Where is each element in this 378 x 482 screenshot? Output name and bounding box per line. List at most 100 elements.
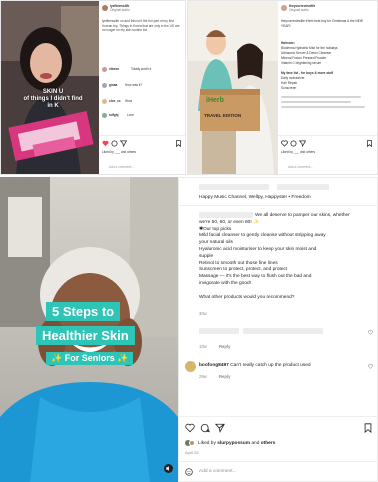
comment-text: Totally worth it bbox=[131, 67, 152, 71]
comments-panel-bottom-right: Happy Music Channel, Wellpy, Happyster •… bbox=[178, 177, 378, 482]
mute-icon[interactable] bbox=[164, 464, 173, 473]
post-panel-top-right: iHerb TRAVEL EDITION theyourreviewlife O… bbox=[187, 0, 378, 175]
action-bar bbox=[278, 135, 377, 136]
comment-age: 10w bbox=[199, 344, 207, 349]
caption-line: invigorate with the good! bbox=[199, 280, 251, 286]
caption-line bbox=[199, 288, 377, 295]
reply-button[interactable]: Reply bbox=[219, 344, 230, 349]
liked-user[interactable]: slurpypossum bbox=[217, 441, 250, 446]
commenter-avatar[interactable] bbox=[185, 361, 196, 372]
avatar[interactable] bbox=[281, 5, 287, 11]
comment-body: Can't really catch up the product used bbox=[230, 363, 311, 368]
add-comment-input[interactable]: Add a comment... bbox=[288, 165, 313, 170]
list-item: Ultrasonic Serum & Detox Cleanser bbox=[281, 51, 332, 55]
list-item: Daily moisturizer bbox=[281, 76, 305, 80]
avatar[interactable] bbox=[102, 5, 108, 11]
liked-others[interactable]: others bbox=[261, 441, 276, 446]
redacted-text bbox=[281, 96, 361, 98]
comment-icon[interactable] bbox=[200, 423, 210, 433]
comment-heart-icon[interactable] bbox=[368, 364, 373, 369]
subtitle: ✨ For Seniors ✨ bbox=[46, 352, 134, 365]
likes-text[interactable]: Liked by ___ and others bbox=[102, 150, 136, 155]
video-top-left[interactable]: SKIN U of things I didn't find in K bbox=[1, 1, 99, 174]
share-icon[interactable] bbox=[299, 140, 306, 147]
reply-button[interactable]: Reply bbox=[219, 374, 230, 379]
redacted-comment bbox=[243, 328, 323, 334]
comment-text: boofong8497 Can't really catch up the pr… bbox=[199, 363, 369, 368]
video-frame-top-left bbox=[1, 1, 99, 174]
add-comment-input[interactable]: Add a comment... bbox=[199, 469, 237, 474]
title-line-2: Healthier Skin bbox=[36, 326, 135, 345]
caption-line: Massage — it's the best way to flush out… bbox=[199, 274, 312, 280]
redacted-username bbox=[199, 184, 269, 190]
comments-column-top-left: lysfitnesslife Original audio lysfitness… bbox=[99, 1, 185, 174]
header-audio[interactable]: Original audio bbox=[289, 8, 309, 13]
comment-heart-icon[interactable] bbox=[368, 330, 373, 335]
comment-username[interactable]: cloe_cc bbox=[109, 99, 121, 104]
avatar[interactable] bbox=[102, 83, 107, 88]
comment-text: Love bbox=[127, 113, 134, 117]
list-item: Mineral Fusion Pressed Powder bbox=[281, 56, 327, 60]
list-item: Bioderma Hydrabio Mist for the holidays bbox=[281, 46, 338, 50]
redacted-username bbox=[277, 184, 329, 190]
comments-column-top-right: theyourreviewlife Original audio theyour… bbox=[278, 1, 377, 174]
list-heading: My fave list - for boys & more stuff bbox=[281, 71, 334, 75]
video-bottom-left[interactable]: 5 Steps to Healthier Skin ✨ For Seniors … bbox=[0, 177, 178, 482]
redacted-text bbox=[281, 101, 351, 103]
heart-icon[interactable] bbox=[185, 423, 195, 433]
box-brand: iHerb bbox=[206, 97, 224, 104]
caption-line: your natural oils bbox=[199, 240, 233, 246]
list-item: Hair Repair bbox=[281, 81, 298, 85]
post-panel-top-left: SKIN U of things I didn't find in K lysf… bbox=[0, 0, 186, 175]
post-date: April 25 bbox=[185, 450, 199, 455]
heart-icon[interactable] bbox=[102, 140, 109, 147]
caption-line: supple bbox=[199, 253, 214, 259]
audio-credit[interactable]: Happy Music Channel, Wellpy, Happyster •… bbox=[199, 195, 311, 200]
bookmark-icon[interactable] bbox=[175, 140, 182, 147]
comment-username[interactable]: ginaa bbox=[109, 83, 117, 88]
caption-line: What other products would you recommend? bbox=[199, 294, 295, 300]
post-caption: We all deserve to pamper our skins, whet… bbox=[199, 213, 377, 301]
caption-age: 30w bbox=[199, 311, 207, 316]
list-item: Vitamin C brightening serum bbox=[281, 61, 322, 65]
title-line-1: 5 Steps to bbox=[46, 302, 121, 321]
caption-line: Hyaluronic acid moisturiser to keep your… bbox=[199, 246, 317, 252]
list-heading: Haircare: bbox=[281, 41, 295, 45]
caption-line: We all deserve to pamper our skins, whet… bbox=[255, 213, 350, 218]
post-caption: lysfitnesslife on and this isn't the fun… bbox=[102, 19, 180, 33]
add-comment-input[interactable]: Add a comment... bbox=[109, 165, 134, 170]
liker-avatar[interactable] bbox=[189, 440, 195, 446]
comment-icon[interactable] bbox=[290, 140, 297, 147]
liked-prefix: Liked by bbox=[198, 441, 216, 446]
redacted-comment bbox=[199, 328, 239, 334]
bookmark-icon[interactable] bbox=[366, 140, 373, 147]
emoji-icon[interactable] bbox=[185, 468, 193, 476]
redacted-text bbox=[281, 106, 365, 108]
divider bbox=[179, 461, 377, 462]
box-label: TRAVEL EDITION bbox=[204, 113, 242, 118]
heart-icon[interactable] bbox=[281, 140, 288, 147]
avatar[interactable] bbox=[102, 99, 107, 104]
action-bar bbox=[99, 135, 185, 136]
divider bbox=[179, 416, 377, 417]
bookmark-icon[interactable] bbox=[363, 423, 373, 433]
comment-age: 29w bbox=[199, 374, 207, 379]
share-icon[interactable] bbox=[120, 140, 127, 147]
comment-username[interactable]: boofong8497 bbox=[199, 363, 229, 368]
comment-username[interactable]: vibexo bbox=[109, 67, 119, 72]
liked-mid: and bbox=[251, 441, 260, 446]
divider bbox=[179, 205, 377, 206]
avatar[interactable] bbox=[102, 113, 107, 118]
avatar[interactable] bbox=[102, 67, 107, 72]
video-frame-top-right bbox=[188, 1, 278, 174]
header-audio[interactable]: Original audio bbox=[110, 8, 130, 13]
share-icon[interactable] bbox=[215, 423, 225, 433]
comment-username[interactable]: sdfghj bbox=[109, 113, 119, 118]
likes-text[interactable]: Liked by ___ and others bbox=[281, 150, 315, 155]
comment-icon[interactable] bbox=[111, 140, 118, 147]
list-item: Sunscreen bbox=[281, 86, 297, 90]
likes-summary: Liked by slurpypossum and others bbox=[198, 441, 275, 446]
video-top-right[interactable]: iHerb TRAVEL EDITION bbox=[188, 1, 278, 174]
caption-line: we're 50, 60, or even 80! ✨ bbox=[199, 219, 259, 225]
comment-text: How was it? bbox=[125, 83, 143, 87]
